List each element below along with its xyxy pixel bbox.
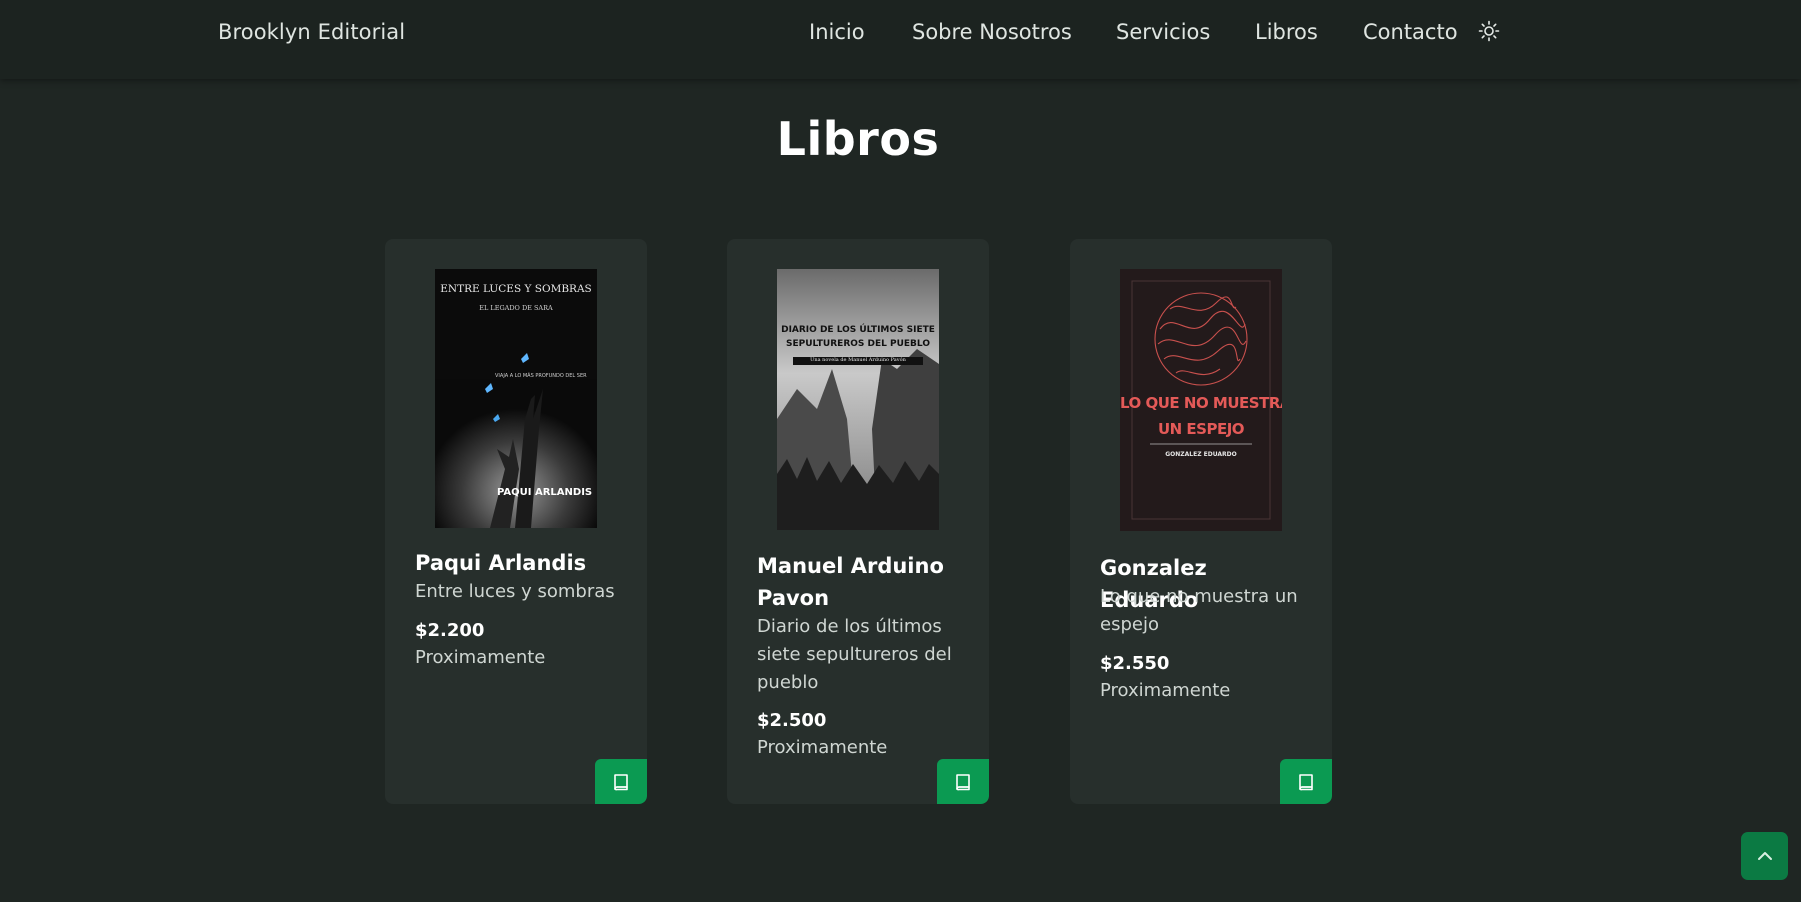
book-status: Proximamente: [757, 737, 888, 758]
book-title: Entre luces y sombras: [415, 581, 615, 602]
book-author: Paqui Arlandis: [415, 551, 587, 575]
navbar: Brooklyn Editorial Inicio Sobre Nosotros…: [0, 0, 1801, 79]
page-title: Libros: [776, 112, 940, 166]
nav-menu: Inicio Sobre Nosotros Servicios Libros C…: [0, 20, 1801, 50]
book-author: Manuel Arduino Pavon: [757, 554, 944, 610]
chevron-up-icon: [1757, 852, 1772, 860]
book-status: Proximamente: [415, 647, 546, 668]
book-price: $2.200: [415, 620, 485, 641]
book-button[interactable]: [595, 759, 647, 804]
cover-title-line1: DIARIO DE LOS ÚLTIMOS SIETE: [781, 325, 935, 335]
sun-icon[interactable]: [1478, 20, 1500, 42]
nav-link-servicios[interactable]: Servicios: [1116, 20, 1210, 44]
book-cover-image[interactable]: DIARIO DE LOS ÚLTIMOS SIETE SEPULTUREROS…: [777, 269, 939, 530]
cover-tagline: VIAJA A LO MÁS PROFUNDO DEL SER: [495, 373, 587, 379]
cover-title: ENTRE LUCES Y SOMBRAS: [440, 283, 592, 295]
book-icon: [1299, 773, 1313, 790]
cover-title-line2: UN ESPEJO: [1157, 420, 1245, 438]
scroll-to-top-button[interactable]: [1741, 832, 1788, 880]
nav-link-sobre-nosotros[interactable]: Sobre Nosotros: [912, 20, 1072, 44]
book-button[interactable]: [937, 759, 989, 804]
book-icon: [614, 773, 628, 790]
book-button[interactable]: [1280, 759, 1332, 804]
nav-link-contacto[interactable]: Contacto: [1363, 20, 1458, 44]
book-title: Diario de los últimos siete sepultureros…: [757, 616, 952, 693]
cover-author: PAQUI ARLANDIS: [497, 487, 593, 498]
book-card: ENTRE LUCES Y SOMBRAS EL LEGADO DE SARA …: [385, 239, 647, 804]
book-status: Proximamente: [1100, 680, 1231, 701]
cover-title-line1: LO QUE NO MUESTRA: [1120, 394, 1282, 412]
book-cover-image[interactable]: ENTRE LUCES Y SOMBRAS EL LEGADO DE SARA …: [435, 269, 597, 528]
cover-byline: Una novela de Manuel Arduino Pavón: [810, 357, 906, 363]
cover-title-line2: SEPULTUREROS DEL PUEBLO: [786, 339, 930, 349]
book-price: $2.550: [1100, 653, 1170, 674]
book-price: $2.500: [757, 710, 827, 731]
book-cover-image[interactable]: LO QUE NO MUESTRA UN ESPEJO GONZALEZ EDU…: [1120, 269, 1282, 531]
book-card: LO QUE NO MUESTRA UN ESPEJO GONZALEZ EDU…: [1070, 239, 1332, 804]
book-icon: [956, 773, 970, 790]
book-card: DIARIO DE LOS ÚLTIMOS SIETE SEPULTUREROS…: [727, 239, 989, 804]
nav-link-libros[interactable]: Libros: [1255, 20, 1318, 44]
nav-link-inicio[interactable]: Inicio: [809, 20, 865, 44]
cover-subtitle: EL LEGADO DE SARA: [479, 304, 553, 312]
book-title: Lo que no muestra un espejo: [1100, 586, 1298, 635]
cover-author: GONZALEZ EDUARDO: [1165, 451, 1237, 458]
